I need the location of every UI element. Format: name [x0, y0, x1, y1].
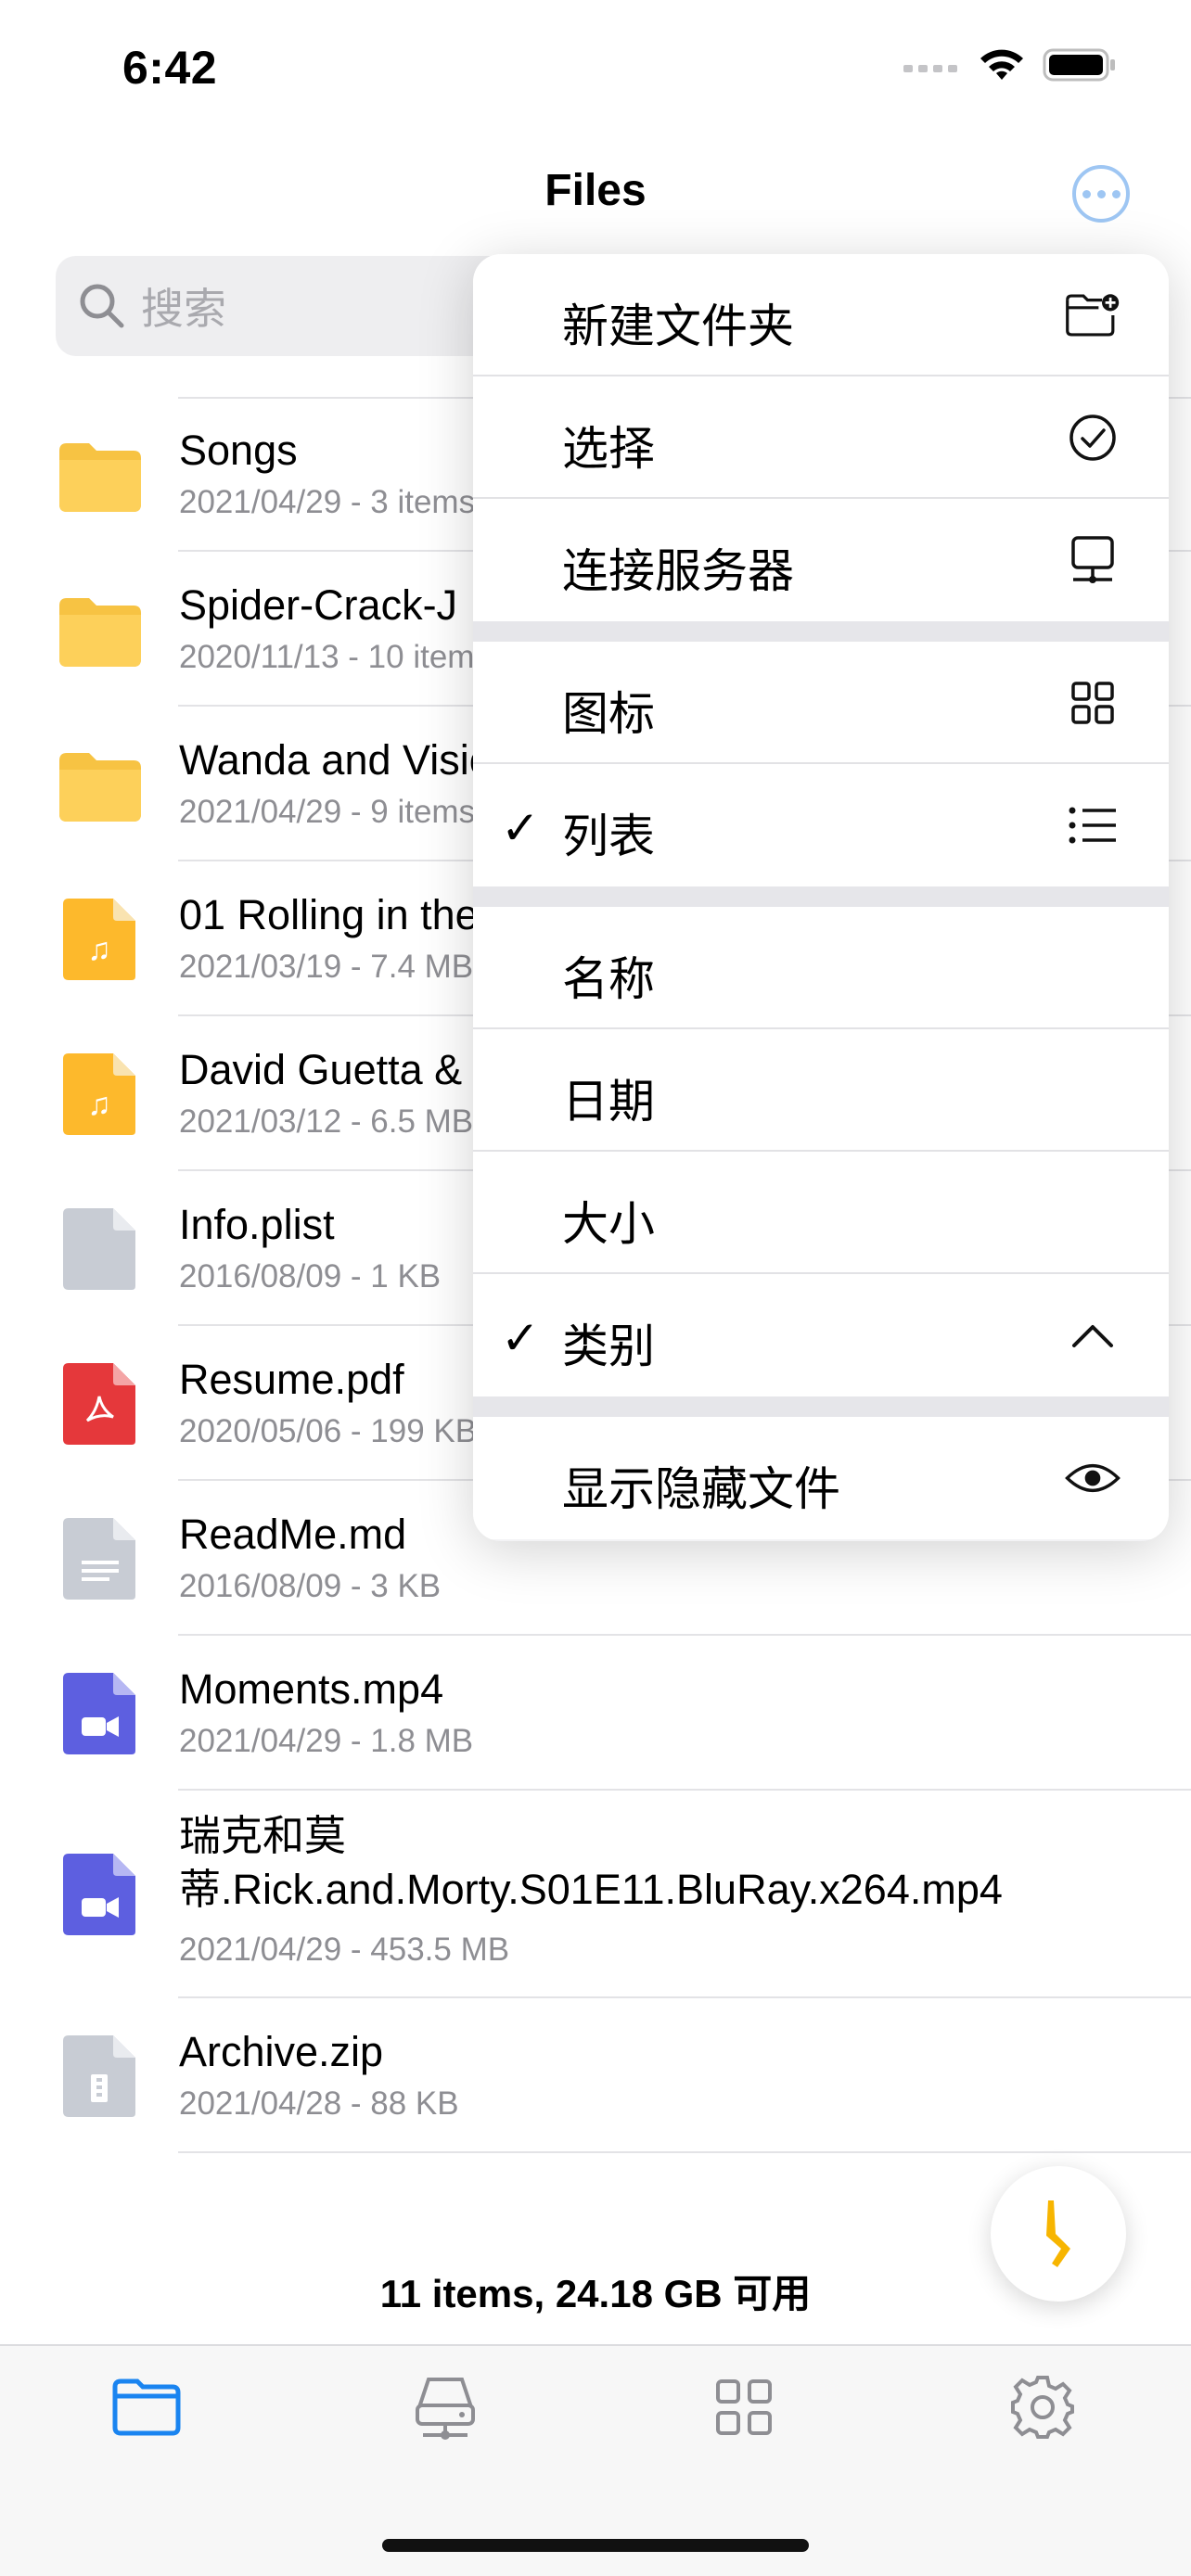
tab-network[interactable] — [408, 2370, 482, 2444]
lightning-icon — [1046, 2200, 1070, 2267]
menu-item-label: 日期 — [562, 1075, 655, 1129]
menu-item-new-folder[interactable]: 新建文件夹 — [473, 254, 1169, 376]
menu-item-label: 列表 — [562, 810, 655, 863]
file-meta: 2020/05/06 - 199 KB — [179, 1413, 478, 1449]
menu-item-select[interactable]: 选择 — [473, 376, 1169, 499]
more-options-button[interactable] — [1072, 165, 1130, 223]
menu-item-label: 类别 — [562, 1320, 655, 1373]
folder-icon — [59, 443, 141, 512]
checkmark-icon: ✓ — [501, 802, 540, 854]
file-name: Archive.zip — [179, 2028, 384, 2075]
home-indicator — [382, 2539, 809, 2552]
folder-tab-icon — [112, 2378, 181, 2436]
menu-item-label: 名称 — [562, 952, 655, 1006]
page-title: Files — [544, 166, 647, 215]
video-file-icon — [63, 1854, 135, 1935]
tab-apps[interactable] — [707, 2370, 781, 2444]
text-file-icon — [63, 1518, 135, 1600]
menu-item-label: 显示隐藏文件 — [562, 1462, 840, 1516]
status-icons — [903, 46, 1117, 83]
video-file-icon — [63, 1673, 135, 1754]
chevron-up-icon — [1065, 1307, 1121, 1363]
status-time: 6:42 — [122, 42, 218, 94]
file-meta: 2021/03/12 - 6.5 MB — [179, 1103, 474, 1140]
file-name: David Guetta & — [179, 1046, 463, 1093]
checkmark-circle-icon — [1065, 410, 1121, 465]
file-name: Resume.pdf — [179, 1356, 404, 1403]
folder-add-icon — [1065, 287, 1121, 343]
menu-item-label: 图标 — [562, 687, 655, 741]
more-dot-icon — [1111, 189, 1121, 198]
search-icon — [80, 284, 124, 328]
file-meta: 2016/08/09 - 3 KB — [179, 1568, 442, 1604]
cellular-signal-icon — [903, 65, 957, 72]
svg-text:♫: ♫ — [87, 932, 111, 967]
battery-icon — [1043, 48, 1115, 82]
menu-item-sort-date[interactable]: 日期 — [473, 1029, 1169, 1152]
file-meta: 2021/04/29 - 3 items — [179, 484, 476, 520]
music-file-icon: ♫ — [63, 1053, 135, 1135]
floating-action-button[interactable] — [991, 2166, 1126, 2302]
more-dot-icon — [1082, 189, 1091, 198]
gear-icon — [1011, 2376, 1074, 2439]
file-row-moments-mp4[interactable]: Moments.mp4 2021/04/29 - 1.8 MB — [0, 1636, 1191, 1791]
checkmark-icon: ✓ — [501, 1312, 540, 1364]
list-view-icon — [1065, 797, 1121, 853]
file-meta: 2021/04/29 - 9 items — [179, 794, 476, 830]
menu-item-sort-size[interactable]: 大小 — [473, 1152, 1169, 1274]
file-row-rick-and-morty[interactable]: 瑞克和莫蒂.Rick.and.Morty.S01E11.BluRay.x264.… — [0, 1791, 1191, 1998]
eye-icon — [1065, 1450, 1121, 1506]
menu-item-list-view[interactable]: ✓ 列表 — [473, 764, 1169, 886]
tab-settings[interactable] — [1005, 2370, 1080, 2444]
file-row-archive-zip[interactable]: Archive.zip 2021/04/28 - 88 KB — [0, 1998, 1191, 2153]
file-meta: 2021/04/29 - 1.8 MB — [179, 1723, 474, 1759]
zip-file-icon — [63, 2035, 135, 2117]
tab-files[interactable] — [109, 2370, 184, 2444]
network-drive-icon — [416, 2378, 475, 2440]
file-name: Wanda and Vision — [179, 736, 516, 784]
menu-item-label: 新建文件夹 — [562, 300, 794, 353]
menu-item-label: 大小 — [562, 1197, 655, 1251]
file-name: 瑞克和莫蒂.Rick.and.Morty.S01E11.BluRay.x264.… — [179, 1812, 1003, 1913]
menu-item-icons-view[interactable]: 图标 — [473, 642, 1169, 764]
menu-item-show-hidden[interactable]: 显示隐藏文件 — [473, 1417, 1169, 1539]
search-placeholder: 搜索 — [141, 285, 226, 333]
svg-text:♫: ♫ — [87, 1087, 111, 1122]
menu-item-connect-server[interactable]: 连接服务器 — [473, 499, 1169, 621]
options-menu: 新建文件夹 选择 连接服务器 图标 ✓ 列表 名称 日期 大小 ✓ 类别 显示隐… — [473, 254, 1169, 1541]
wifi-icon — [980, 49, 1023, 80]
file-meta: 2021/04/28 - 88 KB — [179, 2085, 459, 2122]
file-name: Moments.mp4 — [179, 1665, 444, 1713]
menu-item-sort-kind[interactable]: ✓ 类别 — [473, 1274, 1169, 1396]
generic-file-icon — [63, 1208, 135, 1290]
pdf-file-icon — [63, 1363, 135, 1445]
menu-item-label: 选择 — [562, 422, 655, 476]
file-name: Spider-Crack-J — [179, 581, 458, 629]
file-name: ReadMe.md — [179, 1511, 407, 1558]
server-icon — [1065, 532, 1121, 588]
file-name: Info.plist — [179, 1201, 335, 1248]
file-meta: 2021/03/19 - 7.4 MB — [179, 949, 474, 985]
music-file-icon: ♫ — [63, 899, 135, 980]
grid-view-icon — [1065, 675, 1121, 731]
more-dot-icon — [1096, 189, 1106, 198]
grid-icon — [716, 2379, 772, 2435]
menu-item-sort-name[interactable]: 名称 — [473, 907, 1169, 1029]
file-meta: 2016/08/09 - 1 KB — [179, 1258, 442, 1294]
file-meta: 2020/11/13 - 10 items — [179, 639, 491, 675]
file-name: Songs — [179, 427, 298, 474]
file-meta: 2021/04/29 - 453.5 MB — [179, 1932, 510, 1968]
menu-item-label: 连接服务器 — [562, 544, 794, 598]
folder-icon — [59, 598, 141, 667]
folder-icon — [59, 753, 141, 822]
